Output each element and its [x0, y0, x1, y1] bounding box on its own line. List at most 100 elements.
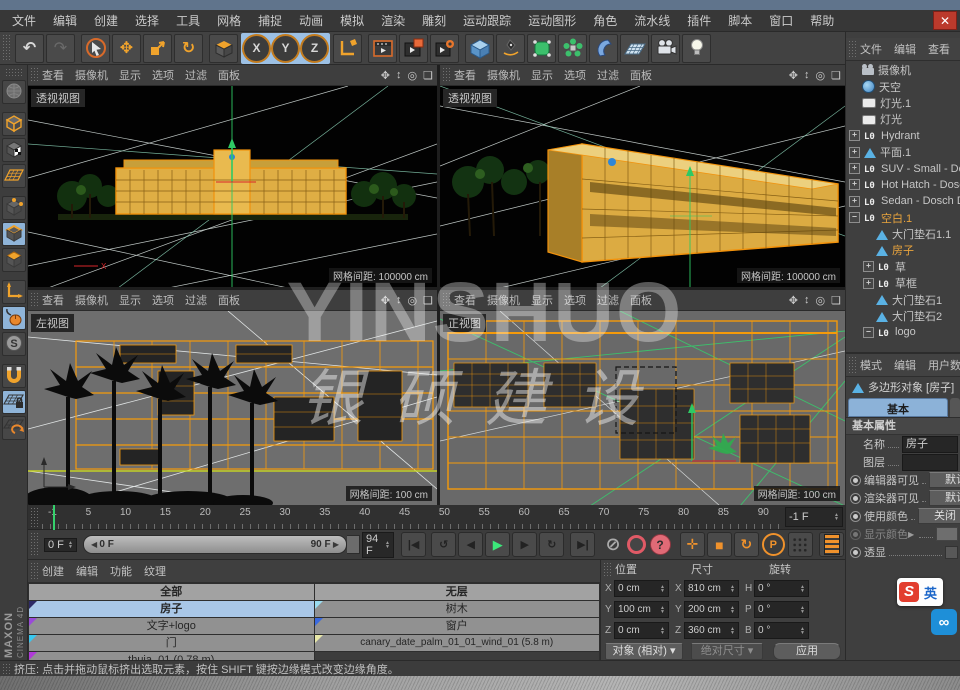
transport-grip[interactable] [30, 532, 39, 557]
viewport-menu-item[interactable]: 显示 [119, 292, 141, 308]
workplane-lock-button[interactable] [2, 390, 26, 414]
move-tool-button[interactable]: ✥ [112, 34, 141, 63]
coord-mode-dropdown[interactable]: 对象 (相对) ▾ [605, 643, 683, 660]
layer-menu-item[interactable]: 功能 [110, 563, 132, 579]
prev-frame-button[interactable]: ↺ [431, 532, 456, 557]
stepper-icon[interactable] [800, 606, 805, 614]
stepper-icon[interactable] [68, 541, 73, 549]
menubar-item[interactable]: 创建 [94, 12, 118, 29]
position-z-field[interactable]: 0 cm [614, 622, 669, 639]
menubar-item[interactable]: 雕刻 [422, 12, 446, 29]
playhead[interactable] [53, 505, 55, 530]
viewport-scene[interactable] [440, 311, 845, 505]
layer-cell[interactable]: 门 [29, 635, 314, 651]
attr-menu-item[interactable]: 模式 [860, 357, 882, 373]
texture-mode-button[interactable] [2, 138, 26, 162]
stepper-icon[interactable] [660, 627, 665, 635]
zoom-view-icon[interactable]: ↕ [396, 69, 402, 81]
viewport-menu-item[interactable]: 查看 [42, 67, 64, 83]
stepper-icon[interactable] [800, 585, 805, 593]
render-settings-button[interactable] [430, 34, 459, 63]
object-row-selected[interactable]: 房子 [846, 242, 960, 258]
add-light-button[interactable] [682, 34, 711, 63]
model-mode-button[interactable] [2, 112, 26, 136]
zoom-view-icon[interactable]: ↕ [804, 69, 810, 81]
undo-button[interactable]: ↶ [15, 34, 44, 63]
keying-help-button[interactable]: ? [650, 534, 671, 555]
keyframe-radio-icon[interactable] [850, 475, 861, 486]
timeline-ruler[interactable]: -151015202530354045505560657075808590 -1… [28, 505, 845, 530]
viewport-menu-item[interactable]: 面板 [218, 67, 240, 83]
viewport-menu-item[interactable]: 选项 [152, 292, 174, 308]
object-row[interactable]: +草 [846, 259, 960, 275]
expand-arrow-icon[interactable]: ▶ [908, 530, 914, 539]
viewport-scene[interactable] [28, 311, 437, 505]
scale-tool-button[interactable] [143, 34, 172, 63]
palette-grip[interactable] [5, 68, 23, 76]
layer-menu-item[interactable]: 编辑 [76, 563, 98, 579]
stepper-icon[interactable] [730, 585, 735, 593]
object-row[interactable]: 摄像机 [846, 62, 960, 78]
menubar-item[interactable]: 流水线 [634, 12, 670, 29]
collapse-icon[interactable]: − [849, 212, 860, 223]
viewport-menu-item[interactable]: 摄像机 [487, 67, 520, 83]
ime-indicator[interactable]: S 英 [897, 578, 943, 606]
viewport-menu-item[interactable]: 查看 [454, 67, 476, 83]
menubar-item[interactable]: 插件 [687, 12, 711, 29]
object-row[interactable]: 大门垫石2 [846, 308, 960, 324]
attr-menu-item[interactable]: 用户数据 [928, 357, 960, 373]
layer-cell-nolayer[interactable]: 无层 [315, 584, 600, 600]
keyframe-radio-icon[interactable] [850, 547, 861, 558]
record-keyframe-button[interactable] [627, 535, 646, 554]
object-row[interactable]: +平面.1 [846, 144, 960, 160]
menubar-item[interactable]: 渲染 [381, 12, 405, 29]
viewport-label[interactable]: 左视图 [31, 314, 74, 332]
coordinate-cube-button[interactable] [209, 34, 238, 63]
viewport-scene[interactable] [440, 86, 845, 287]
scrub-right-icon[interactable]: ▶ [331, 540, 339, 549]
magnet-snap-button[interactable] [2, 364, 26, 388]
add-cube-button[interactable] [465, 34, 494, 63]
next-key-button[interactable]: ▶ [512, 532, 537, 557]
rotate-tool-button[interactable]: ↻ [174, 34, 203, 63]
rotate-view-icon[interactable]: ◎ [816, 294, 826, 307]
size-x-field[interactable]: 810 cm [684, 580, 739, 597]
menubar-item[interactable]: 工具 [176, 12, 200, 29]
viewport-grip[interactable] [30, 292, 39, 308]
expand-icon[interactable]: + [849, 196, 860, 207]
current-frame-field[interactable]: 0 F [44, 538, 77, 552]
object-row[interactable]: 大门垫石1.1 [846, 226, 960, 242]
viewport-menu-item[interactable]: 查看 [42, 292, 64, 308]
tab-basic[interactable]: 基本 [848, 398, 948, 417]
ruler-end-field[interactable]: -1 F [785, 507, 843, 527]
name-field[interactable]: 房子 [902, 436, 958, 453]
autokey-button[interactable]: ⊘ [604, 535, 623, 554]
size-z-field[interactable]: 360 cm [684, 622, 739, 639]
keyframe-radio-icon[interactable] [850, 511, 861, 522]
key-parameter-button[interactable]: P [762, 533, 785, 556]
stepper-icon[interactable] [800, 627, 805, 635]
menubar-item[interactable]: 捕捉 [258, 12, 282, 29]
menubar-item[interactable]: 角色 [593, 12, 617, 29]
viewport-label[interactable]: 透视视图 [31, 89, 85, 107]
viewport-canvas[interactable]: 正视图 [440, 311, 845, 505]
render-picture-viewer-button[interactable] [399, 34, 428, 63]
object-manager-grip[interactable] [848, 40, 857, 58]
expand-icon[interactable]: + [863, 278, 874, 289]
layer-cell[interactable]: thuja_01 (0.78 m) [29, 652, 314, 660]
rotation-b-field[interactable]: 0 ° [754, 622, 809, 639]
layer-cell[interactable]: 文字+logo [29, 618, 314, 634]
toggle-view-icon[interactable]: ❏ [423, 294, 433, 307]
viewport-menu-item[interactable]: 摄像机 [487, 292, 520, 308]
use-color-dropdown[interactable]: 关闭 [918, 508, 960, 524]
viewport-menu-item[interactable]: 显示 [119, 67, 141, 83]
object-row[interactable]: −logo [846, 324, 960, 340]
coordinate-system-button[interactable] [333, 34, 362, 63]
zoom-view-icon[interactable]: ↕ [396, 294, 402, 306]
menubar-item[interactable]: 动画 [299, 12, 323, 29]
viewport-menu-item[interactable]: 面板 [630, 67, 652, 83]
viewport-menu-item[interactable]: 显示 [531, 292, 553, 308]
object-row[interactable]: 天空 [846, 78, 960, 94]
layer-field[interactable] [902, 454, 958, 471]
viewport-menu-item[interactable]: 显示 [531, 67, 553, 83]
